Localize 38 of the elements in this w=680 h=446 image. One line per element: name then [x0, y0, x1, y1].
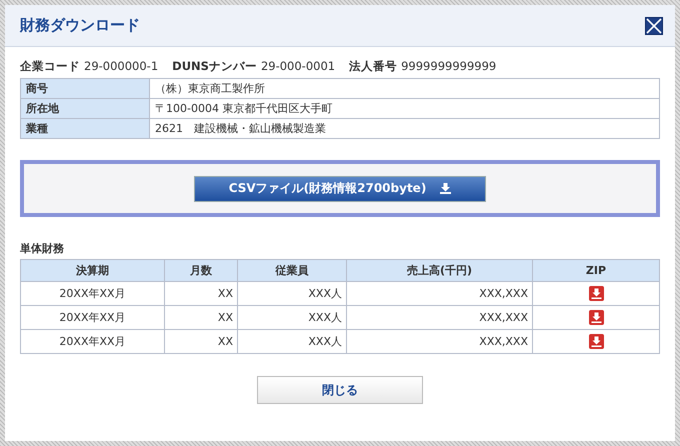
table-cell: XXX人: [238, 330, 346, 354]
table-cell: XX: [164, 282, 238, 306]
column-header: 売上高(千円): [346, 260, 532, 282]
table-cell: XX: [164, 306, 238, 330]
info-value: 2621 建設機械・鉱山機械製造業: [150, 118, 660, 138]
table-cell: XXX,XXX: [346, 282, 532, 306]
info-value: （株）東京商工製作所: [150, 78, 660, 98]
close-button[interactable]: 閉じる: [257, 376, 423, 404]
table-cell: 20XX年XX月: [20, 330, 164, 354]
zip-download-icon[interactable]: [588, 310, 604, 325]
section-title: 単体財務: [20, 241, 65, 256]
table-cell: XXX,XXX: [346, 330, 532, 354]
table-cell: XXX,XXX: [346, 306, 532, 330]
id-value: 29-000000-1: [84, 59, 158, 73]
zip-download-icon[interactable]: [588, 334, 604, 349]
id-value: 29-000-0001: [260, 59, 336, 73]
download-icon: [440, 183, 452, 194]
column-header: 月数: [164, 260, 238, 282]
id-label: DUNSナンバー: [172, 59, 257, 73]
window-title: 財務ダウンロード: [20, 16, 140, 35]
table-cell: XX: [164, 330, 238, 354]
column-header: 決算期: [20, 260, 164, 282]
table-cell: XXX人: [238, 282, 346, 306]
table-cell: 20XX年XX月: [20, 282, 164, 306]
info-value: 〒100-0004 東京都千代田区大手町: [150, 98, 660, 118]
id-label: 法人番号: [349, 59, 398, 73]
csv-download-button[interactable]: CSVファイル(財務情報2700byte): [194, 176, 486, 202]
info-label: 業種: [20, 118, 150, 138]
column-header: ZIP: [532, 260, 660, 282]
table-cell: XXX人: [238, 306, 346, 330]
close-icon[interactable]: [645, 16, 663, 34]
table-cell: 20XX年XX月: [20, 306, 164, 330]
zip-download-icon[interactable]: [588, 286, 604, 301]
info-label: 商号: [20, 78, 150, 98]
id-label: 企業コード: [20, 59, 80, 73]
column-header: 従業員: [238, 260, 346, 282]
id-value: 9999999999999: [401, 59, 496, 73]
info-label: 所在地: [20, 98, 150, 118]
